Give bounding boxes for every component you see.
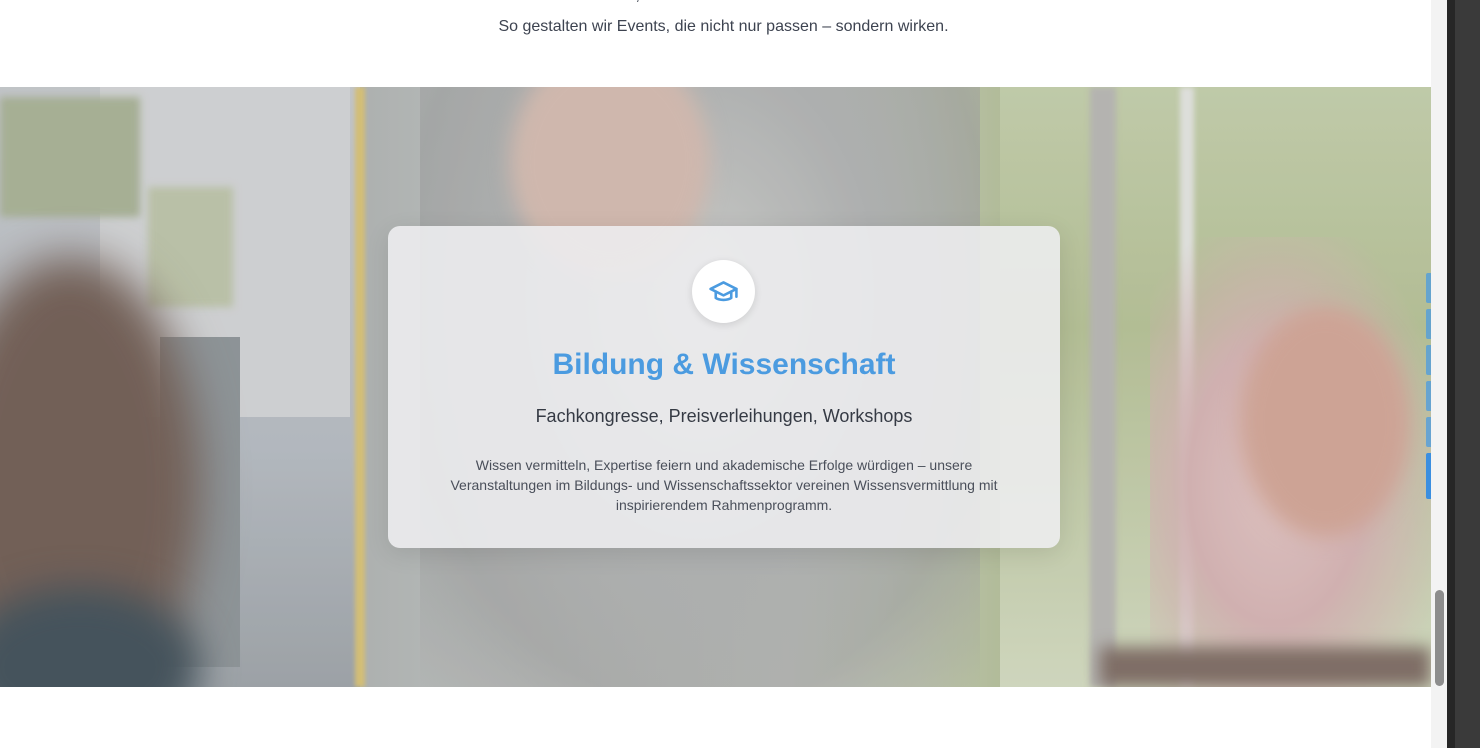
card-subtitle: Fachkongresse, Preisverleihungen, Worksh…: [535, 406, 913, 426]
window-edge: [1447, 0, 1480, 748]
page: wir verstehen, worauf es in Ihrer Branch…: [0, 0, 1447, 748]
card-title: Bildung & Wissenschaft: [552, 348, 896, 381]
graduation-cap-icon: [709, 281, 738, 302]
scrollbar-thumb[interactable]: [1435, 590, 1444, 686]
window-edge-inner: [1455, 0, 1480, 748]
scrollbar[interactable]: [1431, 0, 1447, 748]
intro-line-1: wir verstehen, worauf es in Ihrer Branch…: [0, 0, 1447, 8]
intro-line-2: So gestalten wir Events, die nicht nur p…: [498, 18, 949, 35]
industry-card: Bildung & Wissenschaft Fachkongresse, Pr…: [388, 226, 1060, 548]
icon-badge: [692, 260, 755, 323]
card-description: Wissen vermitteln, Expertise feiern und …: [450, 457, 998, 513]
